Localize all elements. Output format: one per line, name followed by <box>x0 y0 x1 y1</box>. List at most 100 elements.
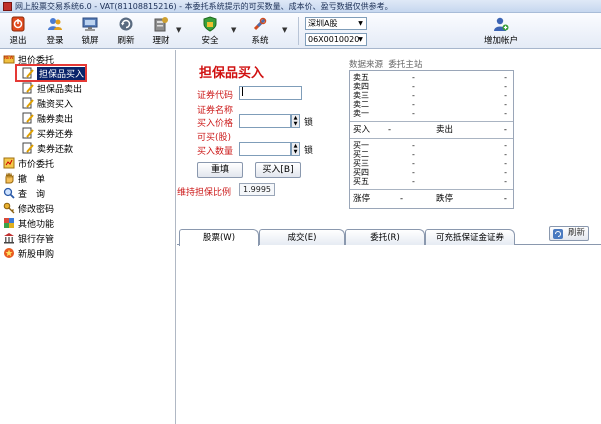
tree-item-market-order[interactable]: 市价委托 <box>3 156 54 170</box>
system-dropdown-arrow-icon[interactable]: ▼ <box>282 26 287 34</box>
refresh-icon <box>553 229 563 239</box>
document-pencil-icon <box>22 82 34 94</box>
security-button[interactable]: 安全 <box>195 15 225 47</box>
available-label: 可买(股) <box>197 133 232 143</box>
puzzle-icon <box>4 218 14 228</box>
tab-bar: 股票(W) 成交(E) 委托(R) 可充抵保证金证券 <box>177 228 601 246</box>
quantity-stepper[interactable]: ▲ ▼ <box>291 142 300 156</box>
buy-quantity-input[interactable] <box>239 142 291 156</box>
quote-divider <box>350 138 513 139</box>
exit-button[interactable]: 退出 <box>3 15 33 47</box>
add-account-icon <box>494 17 509 31</box>
quote-bid-ask-row: 买入 - 卖出 - <box>353 125 507 135</box>
tree-item-short-sell[interactable]: 融券卖出 <box>22 111 73 125</box>
buy-price-input[interactable] <box>239 114 291 128</box>
account-select[interactable]: 06X0010020 ▼ <box>305 33 367 46</box>
tree-item-query[interactable]: 查 询 <box>3 186 45 200</box>
finance-button[interactable]: 理财 <box>146 15 176 47</box>
quote-source: 数据来源 委托主站 <box>349 60 423 70</box>
quote-divider <box>350 189 513 190</box>
order-panel: 担保品买入 证券代码 证券名称 买入价格 ▲ ▼ 锁 可买(股) 买入数量 ▲ … <box>177 50 601 424</box>
lock-screen-button[interactable]: 锁屏 <box>75 15 105 47</box>
price-lock-button[interactable]: 锁 <box>304 115 313 128</box>
price-label: 买入价格 <box>197 119 234 129</box>
document-pencil-icon <box>22 97 34 109</box>
quote-row-buy3: 买三 - - <box>353 159 507 168</box>
star-badge-icon <box>4 248 14 258</box>
system-button[interactable]: 系统 <box>245 15 275 47</box>
tab-orders[interactable]: 委托(R) <box>345 229 425 245</box>
name-label: 证券名称 <box>197 106 234 116</box>
finance-icon <box>154 17 168 32</box>
finance-dropdown-arrow-icon[interactable]: ▼ <box>176 26 181 34</box>
navigation-tree: NEW 担价委托 担保品买入 担保品卖出 融资买入 融券卖出 买券还券 卖券还款… <box>0 50 176 424</box>
quantity-lock-button[interactable]: 锁 <box>304 143 313 156</box>
title-bar: 网上股票交易系统6.0 - VAT(81108815216) - 本委托系统提示… <box>0 0 601 13</box>
app-icon <box>3 1 12 11</box>
login-button[interactable]: 登录 <box>40 15 70 47</box>
quote-row-buy2: 买二 - - <box>353 150 507 159</box>
tree-item-sell-to-repay[interactable]: 卖券还款 <box>22 141 73 155</box>
page-title: 担保品买入 <box>199 66 265 81</box>
list-refresh-button[interactable]: 刷新 <box>549 226 589 241</box>
spin-down-icon[interactable]: ▼ <box>292 121 299 127</box>
price-stepper[interactable]: ▲ ▼ <box>291 114 300 128</box>
positions-list[interactable] <box>177 246 601 424</box>
key-icon <box>3 202 15 214</box>
tree-item-other-functions[interactable]: 其他功能 <box>3 216 54 230</box>
quote-row-sell5: 卖五 - - <box>353 73 507 82</box>
security-icon <box>203 16 217 32</box>
refresh-icon <box>119 17 133 31</box>
window-title: 网上股票交易系统6.0 - VAT(81108815216) - 本委托系统提示… <box>15 1 393 11</box>
tree-item-margin-buy[interactable]: 融资买入 <box>22 96 73 110</box>
folder-icon: NEW <box>3 55 15 64</box>
svg-text:NEW: NEW <box>4 55 14 60</box>
quote-row-sell3: 卖三 - - <box>353 91 507 100</box>
document-pencil-icon <box>22 112 34 124</box>
tab-collateral-securities[interactable]: 可充抵保证金证券 <box>425 229 515 245</box>
market-select[interactable]: 深圳A股 ▼ <box>305 17 367 30</box>
tab-stocks[interactable]: 股票(W) <box>179 229 259 246</box>
exit-icon <box>11 16 25 32</box>
buy-button[interactable]: 买入[B] <box>255 162 301 178</box>
system-icon <box>253 17 267 31</box>
tree-item-cancel-order[interactable]: 撤 单 <box>3 171 45 185</box>
tree-item-collateral-sell[interactable]: 担保品卖出 <box>22 81 82 95</box>
reset-button[interactable]: 重填 <box>197 162 243 178</box>
quote-row-buy1: 买一 - - <box>353 141 507 150</box>
qty-label: 买入数量 <box>197 147 234 157</box>
ratio-label: 维持担保比例 <box>177 188 232 198</box>
toolbar-divider <box>298 17 299 45</box>
magnifier-icon <box>3 187 15 199</box>
market-order-icon <box>3 157 15 169</box>
tab-trades[interactable]: 成交(E) <box>259 229 345 245</box>
tree-item-buy-to-repay[interactable]: 买券还券 <box>22 126 73 140</box>
login-icon <box>48 18 62 30</box>
code-label: 证券代码 <box>197 91 234 101</box>
hand-icon <box>5 172 14 184</box>
quote-row-buy4: 买四 - - <box>353 168 507 177</box>
add-account-button[interactable]: 增加帐户 <box>478 15 524 47</box>
document-pencil-icon <box>22 142 34 154</box>
security-dropdown-arrow-icon[interactable]: ▼ <box>231 26 236 34</box>
quote-row-buy5: 买五 - - <box>353 177 507 186</box>
chevron-down-icon: ▼ <box>358 36 363 43</box>
quote-row-sell4: 卖四 - - <box>353 82 507 91</box>
tree-item-change-password[interactable]: 修改密码 <box>3 201 54 215</box>
spin-down-icon[interactable]: ▼ <box>292 149 299 155</box>
document-pencil-icon <box>22 127 34 139</box>
toolbar: 退出 登录 锁屏 刷新 理财 ▼ 安全 ▼ 系统 ▼ 深圳A股 ▼ 06X001… <box>0 13 601 49</box>
tree-item-bank-custody[interactable]: 银行存管 <box>3 231 54 245</box>
quote-limit-row: 涨停 - 跌停 - <box>353 194 507 204</box>
security-code-input[interactable] <box>239 86 302 100</box>
quote-row-sell2: 卖二 - - <box>353 100 507 109</box>
maintenance-ratio-value: 1.9995 <box>239 183 275 196</box>
tree-item-ipo-subscription[interactable]: 新股申购 <box>3 246 54 260</box>
bank-icon <box>4 233 14 244</box>
selection-highlight-frame <box>15 64 87 82</box>
quote-panel: 卖五 - - 卖四 - - 卖三 - - 卖二 - - 卖一 - - 买入 - 卖出 - 买一 - - … <box>349 70 514 209</box>
lock-screen-icon <box>82 17 98 31</box>
chevron-down-icon: ▼ <box>358 20 363 27</box>
refresh-toolbar-button[interactable]: 刷新 <box>111 15 141 47</box>
quote-row-sell1: 卖一 - - <box>353 109 507 118</box>
